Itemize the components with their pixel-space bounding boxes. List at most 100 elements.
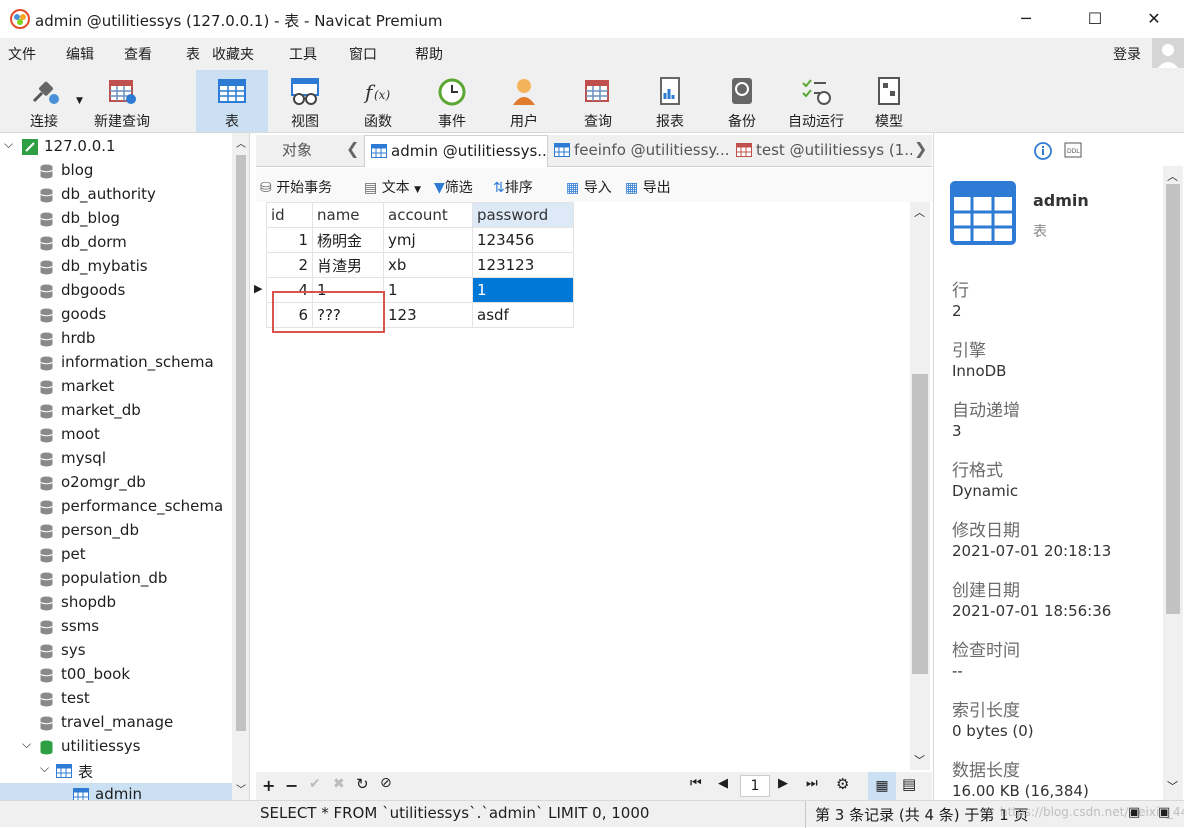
- tab-feeinfo[interactable]: feeinfo @utilitiessy...: [550, 135, 730, 167]
- chevron-down-icon[interactable]: ⌵: [4, 137, 13, 152]
- table-cell-account[interactable]: xb: [383, 252, 473, 278]
- tree-item-server[interactable]: ⌵ 127.0.0.1: [0, 135, 232, 159]
- next-page-icon[interactable]: ▶: [778, 776, 788, 791]
- import-button[interactable]: ▦ 导入: [566, 177, 612, 197]
- tree-item-database[interactable]: db_authority: [0, 183, 232, 207]
- tree-item-admin-table[interactable]: admin: [0, 783, 232, 800]
- column-header-id[interactable]: id: [266, 202, 313, 228]
- table-cell-name[interactable]: 杨明金: [312, 227, 384, 253]
- scroll-thumb[interactable]: [236, 155, 246, 731]
- filter-button[interactable]: ▼筛选: [434, 177, 473, 197]
- avatar[interactable]: [1152, 38, 1184, 70]
- scroll-up-icon[interactable]: ︿: [914, 204, 925, 220]
- scroll-thumb[interactable]: [912, 374, 928, 674]
- tree-item-database[interactable]: hrdb: [0, 327, 232, 351]
- table-cell-password[interactable]: 123456: [472, 227, 574, 253]
- automation-button[interactable]: 自动运行: [782, 70, 850, 132]
- menu-file[interactable]: 文件: [8, 44, 36, 64]
- menu-tools[interactable]: 工具: [289, 44, 317, 64]
- menu-help[interactable]: 帮助: [415, 44, 443, 64]
- page-number-input[interactable]: 1: [740, 775, 770, 797]
- tree-item-database[interactable]: goods: [0, 303, 232, 327]
- grid-view-icon[interactable]: ▦: [868, 772, 896, 800]
- tab-scroll-right-icon[interactable]: ❯: [914, 139, 927, 158]
- tree-item-database[interactable]: blog: [0, 159, 232, 183]
- panel-scrollbar[interactable]: ︿ ﹀: [1163, 166, 1183, 800]
- menu-table[interactable]: 表: [186, 44, 200, 64]
- tree-item-open-db[interactable]: ⌵ utilitiessys: [0, 735, 232, 759]
- table-cell-password[interactable]: asdf: [472, 302, 574, 328]
- tree-item-database[interactable]: sys: [0, 639, 232, 663]
- tree-item-database[interactable]: mysql: [0, 447, 232, 471]
- export-button[interactable]: ▦ 导出: [625, 177, 671, 197]
- tab-scroll-left-icon[interactable]: ❮: [346, 139, 359, 158]
- menu-favorites[interactable]: 收藏夹: [212, 44, 254, 64]
- tree-item-database[interactable]: performance_schema: [0, 495, 232, 519]
- tree-item-database[interactable]: moot: [0, 423, 232, 447]
- table-cell-name[interactable]: 肖渣男: [312, 252, 384, 278]
- gear-icon[interactable]: ⚙: [836, 775, 849, 793]
- table-cell-password[interactable]: 1: [472, 277, 574, 303]
- info-icon[interactable]: [1034, 142, 1052, 160]
- form-view-icon[interactable]: ▤: [902, 775, 916, 793]
- tree-item-database[interactable]: db_blog: [0, 207, 232, 231]
- last-page-icon[interactable]: ⏭: [806, 776, 818, 791]
- tab-admin[interactable]: admin @utilitiessys...: [364, 135, 548, 167]
- function-button[interactable]: f (x) 函数: [346, 70, 410, 132]
- tree-item-database[interactable]: db_mybatis: [0, 255, 232, 279]
- chevron-down-icon[interactable]: ▼: [76, 96, 83, 106]
- stop-icon[interactable]: ⊘: [380, 775, 392, 791]
- table-cell-account[interactable]: 123: [383, 302, 473, 328]
- query-button[interactable]: 查询: [566, 70, 630, 132]
- sidebar-scrollbar[interactable]: ︿ ﹀: [232, 133, 249, 800]
- tab-objects[interactable]: 对象: [282, 135, 342, 167]
- previous-page-icon[interactable]: ◀: [718, 776, 728, 791]
- panel-toggle-icon-2[interactable]: ▣: [1158, 805, 1170, 820]
- backup-button[interactable]: 备份: [710, 70, 774, 132]
- grid-scrollbar[interactable]: ︿ ﹀: [910, 202, 930, 770]
- refresh-icon[interactable]: ↻: [356, 775, 369, 793]
- tree-item-database[interactable]: t00_book: [0, 663, 232, 687]
- new-query-button[interactable]: 新建查询: [88, 70, 156, 132]
- menu-view[interactable]: 查看: [124, 44, 152, 64]
- column-header-name[interactable]: name: [312, 202, 384, 228]
- model-button[interactable]: 模型: [858, 70, 920, 132]
- table-cell-id[interactable]: 2: [266, 252, 313, 278]
- table-cell-account[interactable]: ymj: [383, 227, 473, 253]
- tree-item-tables-folder[interactable]: ⌵ 表: [0, 759, 232, 783]
- chevron-down-icon[interactable]: ⌵: [40, 761, 49, 776]
- tree-item-database[interactable]: dbgoods: [0, 279, 232, 303]
- text-view-button[interactable]: ▤ 文本 ▼: [364, 177, 421, 197]
- table-row[interactable]: 2 肖渣男 xb 123123: [266, 252, 574, 278]
- table-button[interactable]: 表: [196, 70, 268, 132]
- scroll-thumb[interactable]: [1166, 184, 1180, 614]
- first-page-icon[interactable]: ⏮: [690, 776, 702, 791]
- chevron-down-icon[interactable]: ⌵: [22, 737, 31, 752]
- tree-item-database[interactable]: travel_manage: [0, 711, 232, 735]
- tree-item-database[interactable]: db_dorm: [0, 231, 232, 255]
- tree-item-database[interactable]: o2omgr_db: [0, 471, 232, 495]
- ddl-icon[interactable]: DDL: [1064, 142, 1082, 158]
- add-record-icon[interactable]: +: [262, 776, 275, 795]
- tree-item-database[interactable]: population_db: [0, 567, 232, 591]
- tree-item-database[interactable]: market: [0, 375, 232, 399]
- scroll-up-icon[interactable]: ︿: [236, 135, 246, 150]
- connection-button[interactable]: 连接: [14, 70, 74, 132]
- apply-changes-icon[interactable]: ✔: [309, 776, 321, 792]
- login-link[interactable]: 登录: [1113, 44, 1141, 64]
- view-button[interactable]: 视图: [272, 70, 338, 132]
- tree-item-database[interactable]: person_db: [0, 519, 232, 543]
- discard-changes-icon[interactable]: ✖: [333, 776, 345, 792]
- table-cell-id[interactable]: 1: [266, 227, 313, 253]
- panel-toggle-icon[interactable]: ▣: [1128, 805, 1140, 820]
- close-button[interactable]: ✕: [1131, 0, 1177, 38]
- tree-item-database[interactable]: shopdb: [0, 591, 232, 615]
- scroll-down-icon[interactable]: ﹀: [914, 752, 925, 768]
- menu-window[interactable]: 窗口: [349, 44, 377, 64]
- maximize-button[interactable]: ☐: [1072, 0, 1118, 38]
- column-header-password[interactable]: password: [472, 202, 574, 228]
- table-cell-account[interactable]: 1: [383, 277, 473, 303]
- tree-item-database[interactable]: ssms: [0, 615, 232, 639]
- tree-item-database[interactable]: market_db: [0, 399, 232, 423]
- minimize-button[interactable]: ─: [1003, 0, 1049, 38]
